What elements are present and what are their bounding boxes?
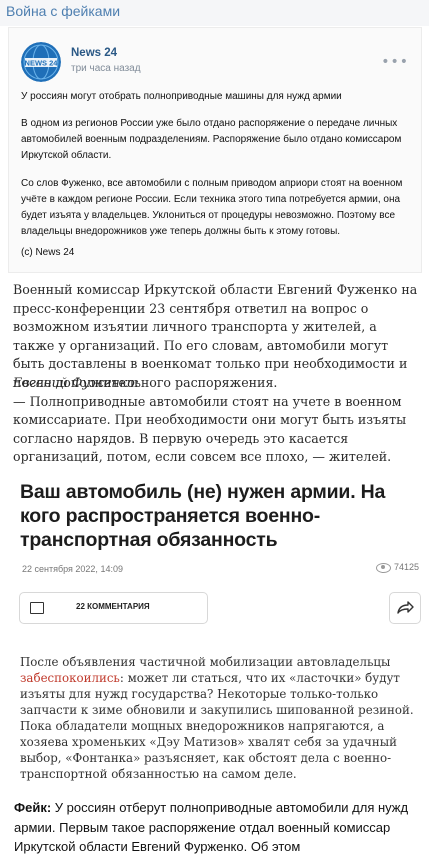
- fake-claim: Фейк: У россиян отберут полноприводные а…: [14, 798, 419, 857]
- post-paragraph: Со слов Фуженко, все автомобили с полным…: [21, 178, 403, 237]
- article-screenshot: Ваш автомобиль (не) нужен армии. На кого…: [0, 468, 429, 793]
- post-source: (с) News 24: [21, 247, 75, 258]
- article-body: После объявления частичной мобилизации а…: [20, 655, 414, 781]
- post-headline: У россиян могут отобрать полноприводные …: [21, 91, 342, 102]
- comments-button[interactable]: 22 КОММЕНТАРИЯ: [19, 592, 208, 624]
- news24-avatar[interactable]: NEWS 24: [21, 42, 61, 82]
- embedded-post: NEWS 24 News 24 три часа назад ••• У рос…: [8, 27, 422, 273]
- fake-label: Фейк:: [14, 800, 52, 815]
- views-count: 74125: [393, 562, 419, 572]
- quote-text: — Полноприводные автомобили стоят на уче…: [13, 393, 407, 465]
- post-time[interactable]: три часа назад: [71, 63, 141, 74]
- post-paragraph: В одном из регионов России уже было отда…: [21, 118, 402, 161]
- comments-label: 22 КОММЕНТАРИЯ: [76, 602, 150, 611]
- quote-author: Евгений Фуженко:: [13, 375, 140, 390]
- channel-header: Война с фейками: [0, 0, 429, 26]
- eye-icon: [375, 562, 391, 573]
- svg-text:NEWS 24: NEWS 24: [25, 59, 59, 68]
- channel-title[interactable]: Война с фейками: [6, 3, 120, 19]
- article-date: 22 сентября 2022, 14:09: [22, 564, 123, 574]
- share-button[interactable]: [389, 592, 421, 624]
- share-icon: [397, 601, 414, 614]
- fake-text: У россиян отберут полноприводные автомоб…: [14, 800, 409, 854]
- more-options-icon[interactable]: •••: [381, 54, 409, 70]
- article-title: Ваш автомобиль (не) нужен армии. На кого…: [20, 481, 386, 551]
- article-views: 74125: [375, 562, 419, 573]
- post-author[interactable]: News 24: [71, 47, 117, 59]
- article-link[interactable]: забеспокоились: [20, 671, 120, 685]
- quote-block: Евгений Фуженко: — Полноприводные автомо…: [13, 374, 418, 467]
- comment-icon: [30, 602, 44, 614]
